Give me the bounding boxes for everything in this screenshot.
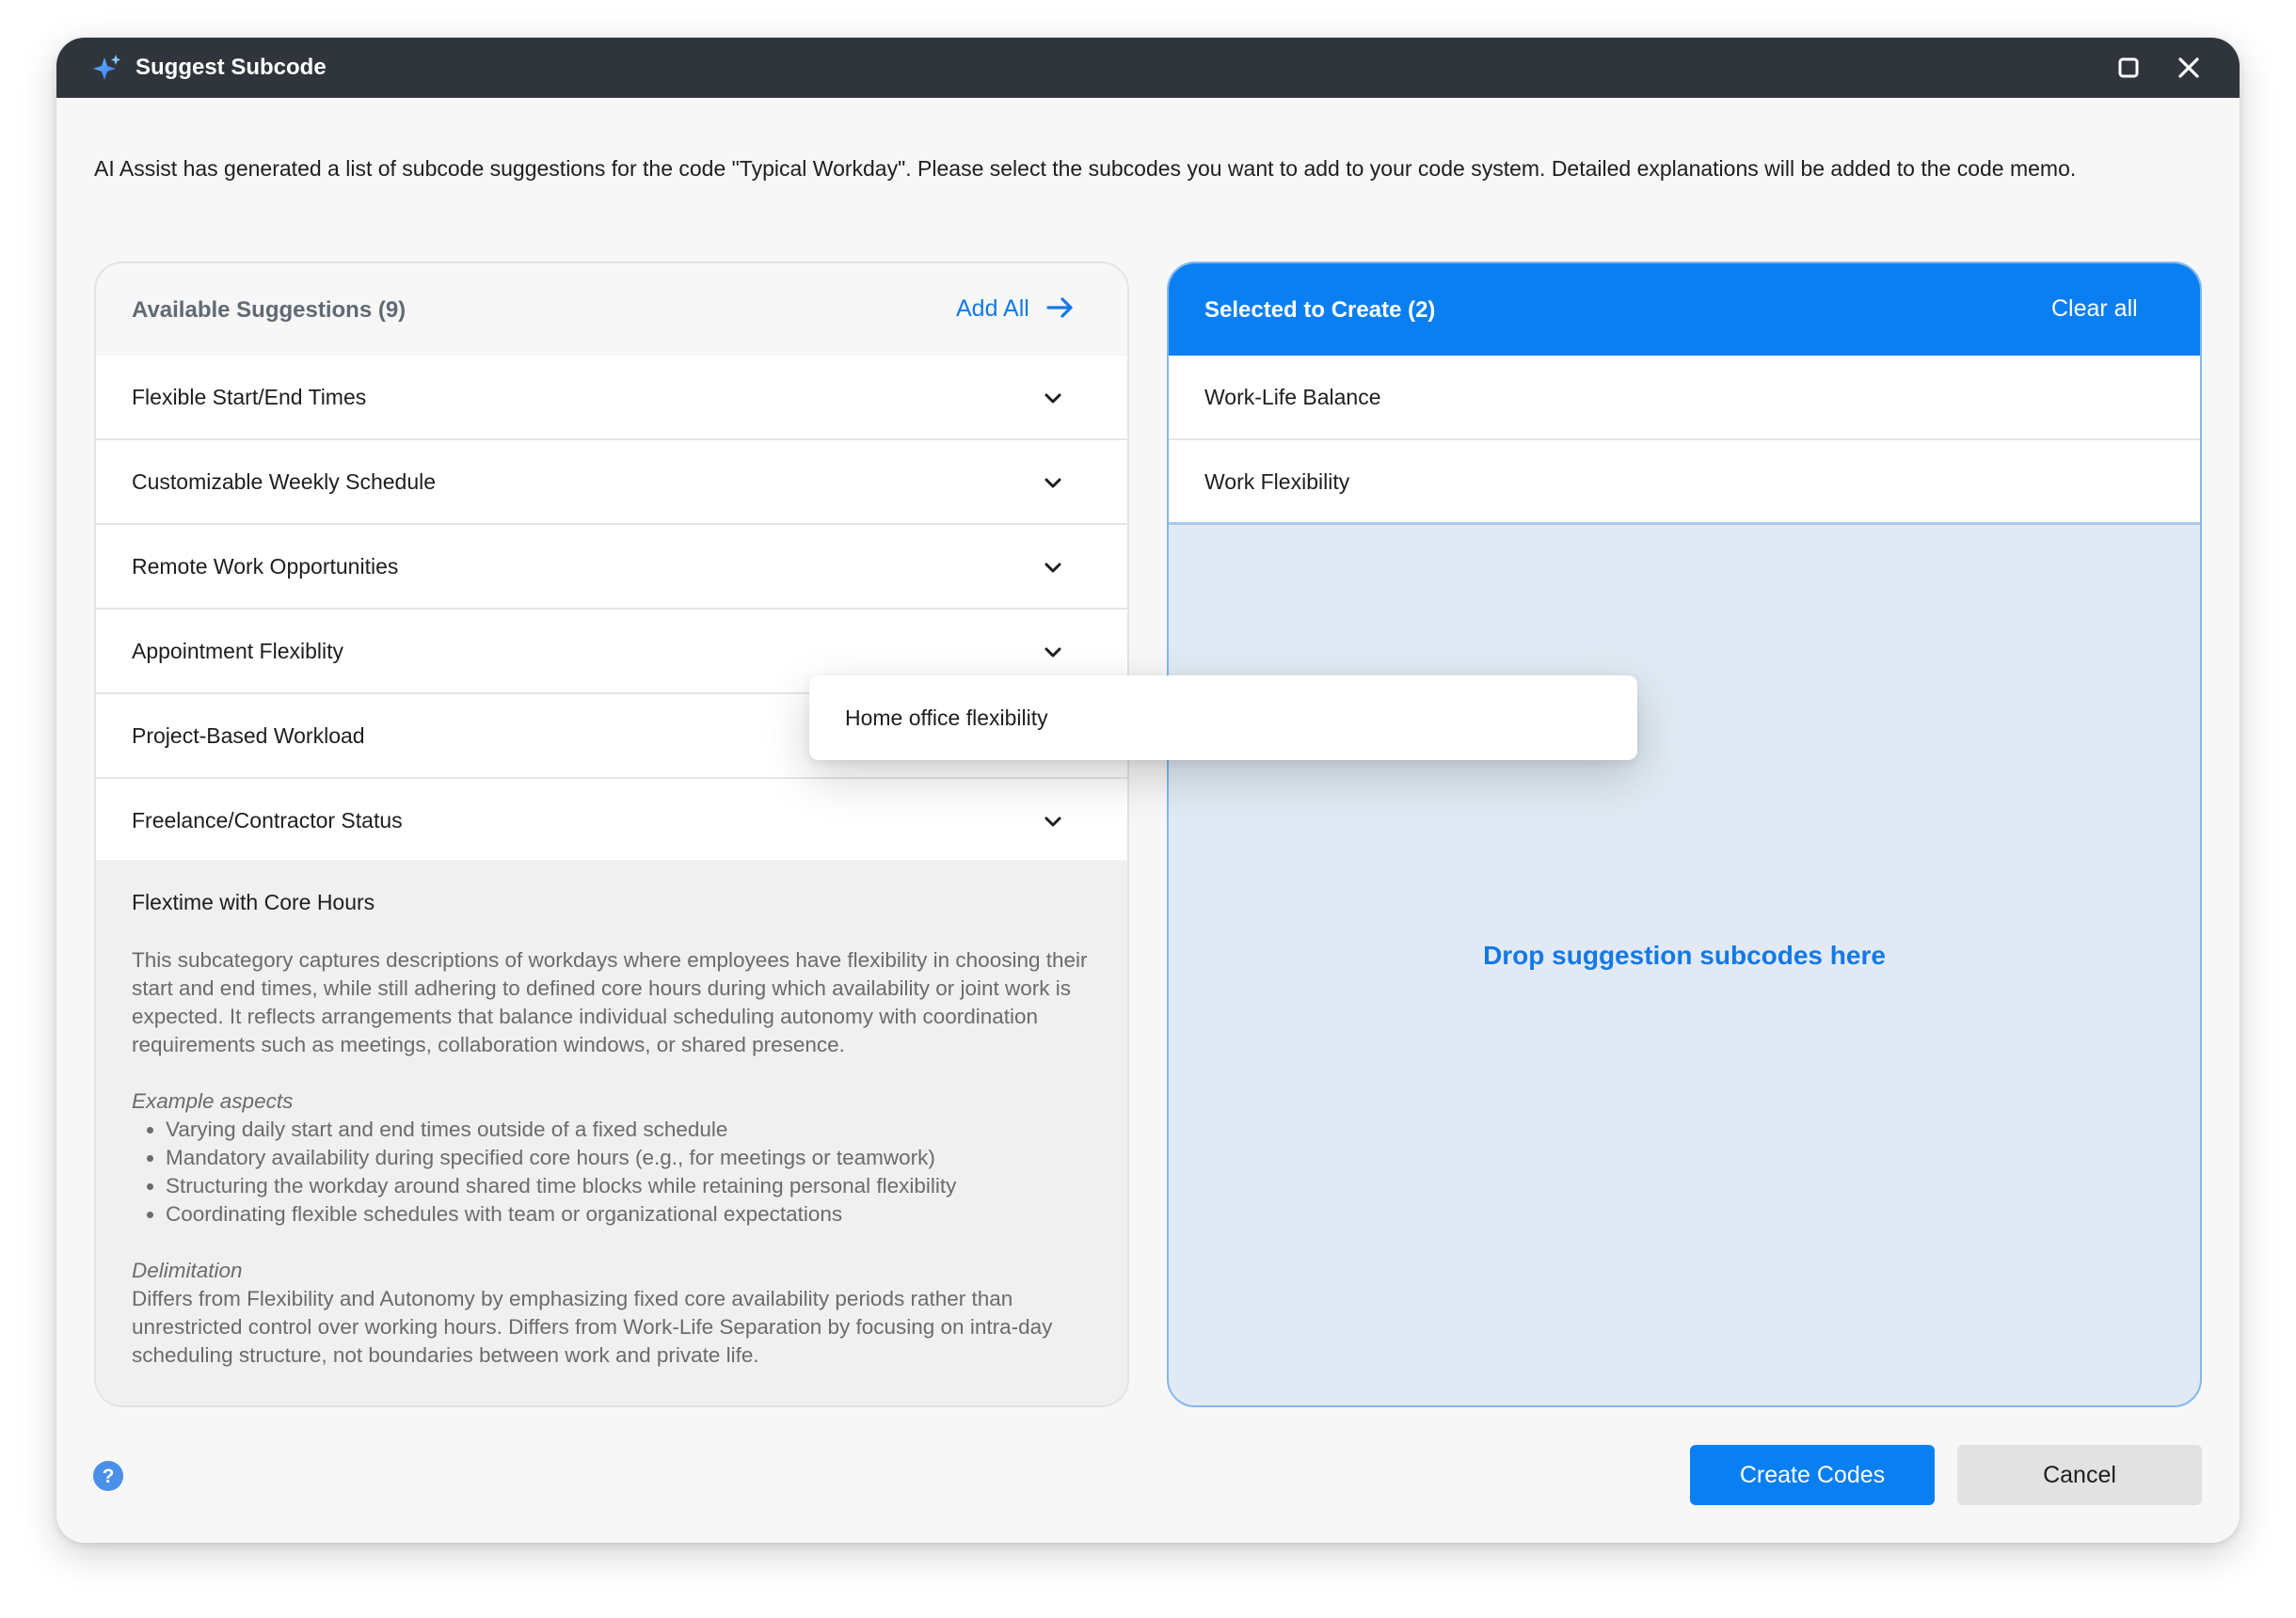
chevron-down-icon[interactable]: [1043, 561, 1063, 576]
suggestion-label: Freelance/Contractor Status: [132, 808, 403, 833]
example-item: Structuring the workday around shared ti…: [166, 1172, 1092, 1200]
example-item: Coordinating flexible schedules with tea…: [166, 1200, 1092, 1229]
chevron-down-icon[interactable]: [1043, 391, 1063, 406]
sparkle-icon: [93, 55, 120, 80]
dialog-title: Suggest Subcode: [136, 55, 327, 80]
maximize-icon[interactable]: [2112, 51, 2145, 85]
chevron-down-icon[interactable]: [1043, 645, 1063, 660]
available-suggestions-title: Available Suggestions (9): [132, 297, 407, 323]
dragged-suggestion-label: Home office flexibility: [845, 706, 1048, 730]
suggestion-item[interactable]: Remote Work Opportunities: [96, 525, 1127, 610]
suggestion-label: Appointment Flexiblity: [132, 639, 343, 663]
suggestion-label: Project-Based Workload: [132, 723, 365, 748]
chevron-down-icon[interactable]: [1043, 476, 1063, 491]
svg-text:?: ?: [103, 1466, 115, 1487]
dragged-suggestion[interactable]: Home office flexibility: [809, 675, 1637, 760]
suggestion-label: Remote Work Opportunities: [132, 554, 399, 579]
expanded-suggestion-body: This subcategory captures descriptions o…: [132, 946, 1092, 1370]
suggestion-description: This subcategory captures descriptions o…: [132, 948, 1088, 1056]
intro-text: AI Assist has generated a list of subcod…: [94, 156, 2077, 181]
suggest-subcode-dialog: Suggest Subcode AI Assist has generated …: [56, 38, 2240, 1543]
chevron-down-icon[interactable]: [1043, 815, 1063, 830]
suggestion-item[interactable]: Flexible Start/End Times: [96, 356, 1127, 440]
title-bar: Suggest Subcode: [56, 38, 2240, 98]
clear-all-button[interactable]: Clear all: [2051, 295, 2138, 323]
selected-label: Work Flexibility: [1204, 469, 1350, 494]
selected-to-create-title: Selected to Create (2): [1204, 297, 1436, 323]
suggestion-label: Customizable Weekly Schedule: [132, 469, 437, 494]
suggestion-item[interactable]: Customizable Weekly Schedule: [96, 440, 1127, 525]
example-item: Varying daily start and end times outsid…: [166, 1116, 1092, 1144]
expanded-suggestion-title: Flextime with Core Hours: [132, 890, 375, 914]
available-suggestions-header: Available Suggestions (9) Add All: [96, 263, 1127, 356]
example-item: Mandatory availability during specified …: [166, 1144, 1092, 1172]
expanded-suggestion[interactable]: Flextime with Core Hours This subcategor…: [96, 860, 1127, 1405]
selected-item[interactable]: Work Flexibility: [1169, 440, 2200, 525]
suggestion-label: Flexible Start/End Times: [132, 385, 367, 409]
create-codes-button[interactable]: Create Codes: [1690, 1445, 1935, 1505]
help-icon[interactable]: ?: [92, 1460, 124, 1492]
available-suggestions-panel: Available Suggestions (9) Add All Flexib…: [94, 262, 1129, 1407]
delimitation-text: Differs from Flexibility and Autonomy by…: [132, 1287, 1053, 1367]
selected-to-create-panel[interactable]: Selected to Create (2) Clear all Work-Li…: [1167, 262, 2202, 1407]
delimitation-heading: Delimitation: [132, 1259, 243, 1282]
close-icon[interactable]: [2172, 51, 2206, 85]
selected-label: Work-Life Balance: [1204, 385, 1381, 409]
add-all-button[interactable]: Add All: [956, 295, 1029, 323]
drop-zone-hint: Drop suggestion subcodes here: [1483, 941, 1886, 970]
selected-item[interactable]: Work-Life Balance: [1169, 356, 2200, 440]
selected-to-create-header: Selected to Create (2) Clear all: [1169, 263, 2200, 356]
examples-heading: Example aspects: [132, 1089, 294, 1113]
cancel-button[interactable]: Cancel: [1957, 1445, 2202, 1505]
arrow-right-icon[interactable]: [1044, 293, 1076, 322]
suggestion-item[interactable]: Freelance/Contractor Status: [96, 779, 1127, 864]
examples-list: Varying daily start and end times outsid…: [132, 1116, 1092, 1229]
